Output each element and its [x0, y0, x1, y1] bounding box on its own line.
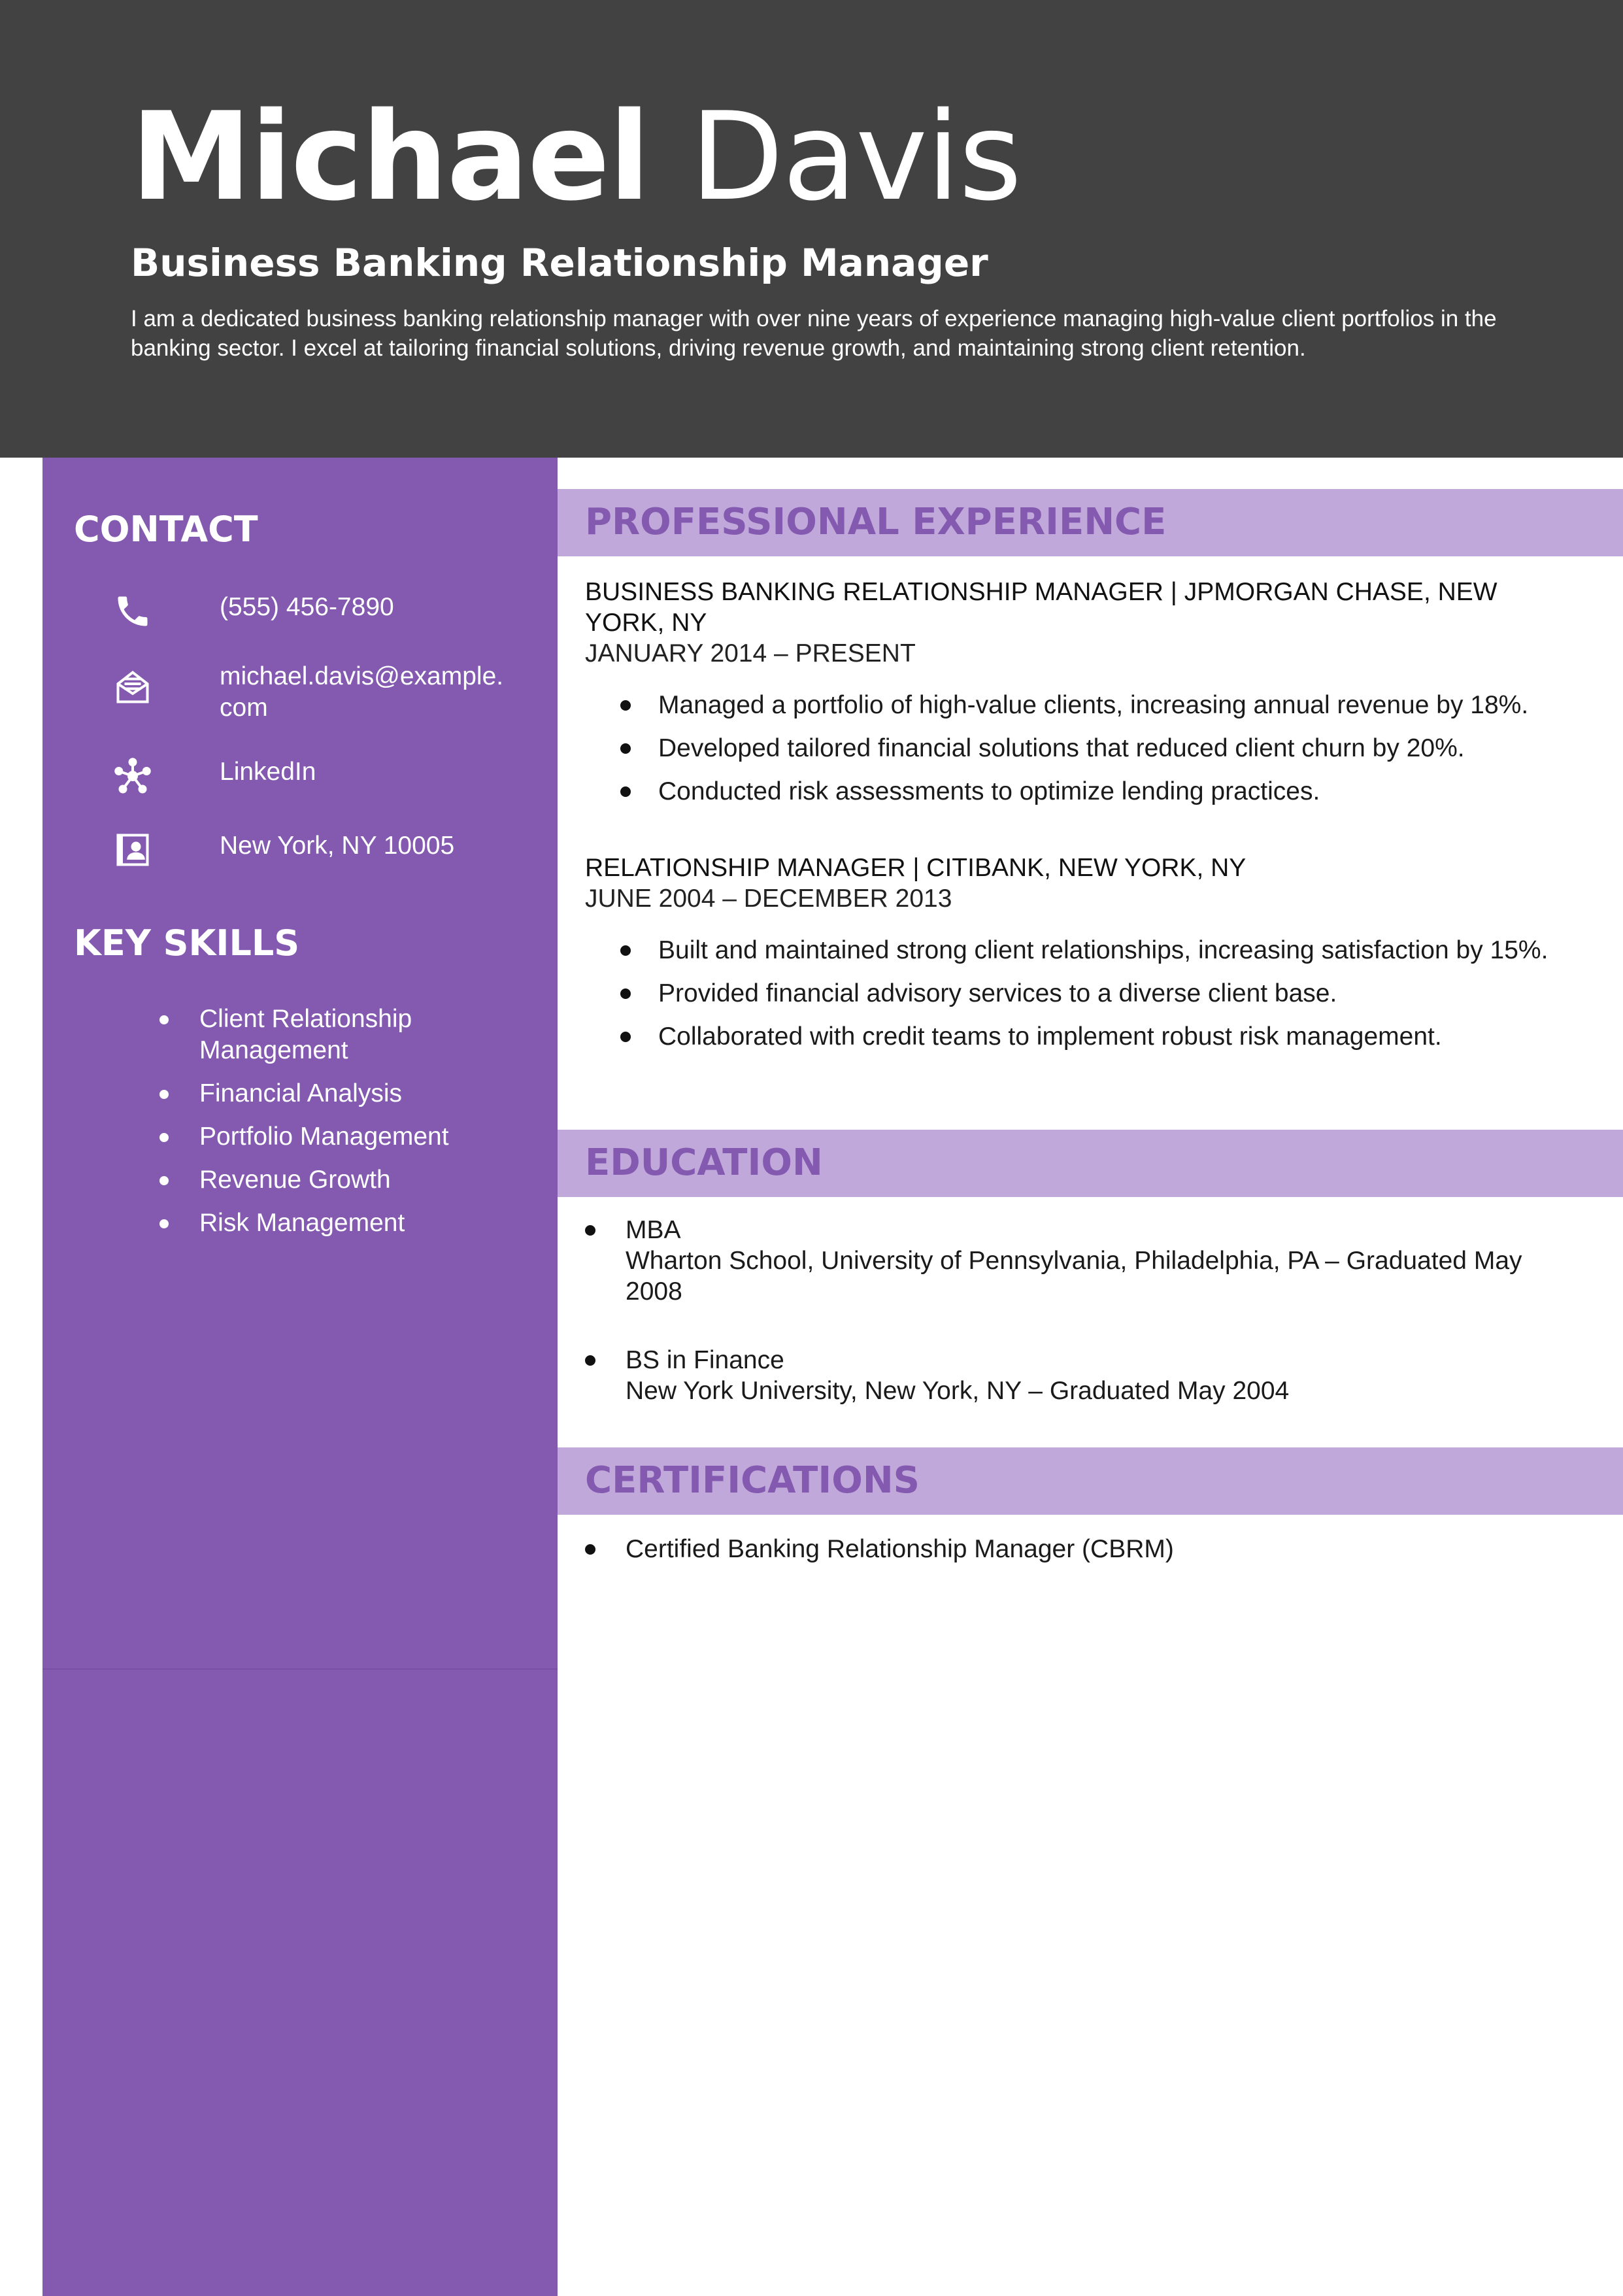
education-heading: EDUCATION [585, 1141, 823, 1184]
list-item: Client Relationship Management [114, 1004, 507, 1066]
job-entry-title: RELATIONSHIP MANAGER | CITIBANK, NEW YOR… [585, 854, 1247, 882]
list-item: Built and maintained strong client relat… [585, 935, 1579, 966]
list-item: Provided financial advisory services to … [585, 978, 1579, 1009]
contact-address-text: New York, NY 10005 [220, 832, 455, 860]
address-card-icon [113, 830, 152, 869]
full-name: Michael Davis [131, 85, 1022, 229]
resume-header: Michael Davis Business Banking Relations… [0, 0, 1623, 458]
list-item: Revenue Growth [114, 1164, 507, 1196]
first-name: Michael [131, 86, 650, 228]
contact-phone-text[interactable]: (555) 456-7890 [220, 592, 507, 623]
education-detail: New York University, New York, NY – Grad… [626, 1377, 1290, 1405]
skills-list: Client Relationship Management Financial… [114, 1004, 507, 1251]
sidebar-divider [42, 1668, 558, 1670]
list-item: BS in Finance New York University, New Y… [585, 1345, 1579, 1406]
skills-heading: KEY SKILLS [74, 922, 300, 964]
phone-icon [113, 592, 152, 631]
education-list: MBA Wharton School, University of Pennsy… [585, 1215, 1579, 1406]
education-section-bar: EDUCATION [558, 1130, 1623, 1197]
job-entry: BUSINESS BANKING RELATIONSHIP MANAGER | … [585, 577, 1579, 819]
job-entry-title: BUSINESS BANKING RELATIONSHIP MANAGER | … [585, 578, 1498, 637]
certifications-section-bar: CERTIFICATIONS [558, 1447, 1623, 1515]
experience-heading: PROFESSIONAL EXPERIENCE [585, 501, 1167, 543]
job-entry-dates: JANUARY 2014 – PRESENT [585, 639, 916, 667]
list-item: Portfolio Management [114, 1121, 507, 1153]
job-bullets: Built and maintained strong client relat… [585, 935, 1579, 1052]
list-item: Certified Banking Relationship Manager (… [585, 1534, 1579, 1564]
education-detail: Wharton School, University of Pennsylvan… [626, 1247, 1522, 1306]
list-item: Developed tailored financial solutions t… [585, 733, 1579, 764]
job-bullets: Managed a portfolio of high-value client… [585, 690, 1579, 807]
network-icon [113, 756, 152, 796]
summary: I am a dedicated business banking relati… [131, 306, 1497, 361]
contact-email-text[interactable]: michael.davis@example.com [220, 661, 507, 724]
email-icon [113, 667, 152, 707]
job-entry: RELATIONSHIP MANAGER | CITIBANK, NEW YOR… [585, 853, 1579, 1064]
sidebar: CONTACT (555) 456-7890 michael.davis@exa… [42, 458, 558, 2296]
certifications-list: Certified Banking Relationship Manager (… [585, 1534, 1579, 1564]
job-entry-dates: JUNE 2004 – DECEMBER 2013 [585, 885, 952, 913]
contact-linkedin-text[interactable]: LinkedIn [220, 756, 507, 788]
education-degree: MBA [626, 1216, 681, 1244]
list-item: Financial Analysis [114, 1078, 507, 1109]
certifications-heading: CERTIFICATIONS [585, 1459, 920, 1502]
experience-section-bar: PROFESSIONAL EXPERIENCE [558, 489, 1623, 556]
education-degree: BS in Finance [626, 1346, 784, 1374]
last-name: Davis [690, 86, 1022, 228]
contact-heading: CONTACT [74, 509, 258, 550]
list-item: Risk Management [114, 1207, 507, 1239]
list-item: Collaborated with credit teams to implem… [585, 1021, 1579, 1052]
job-title: Business Banking Relationship Manager [131, 241, 988, 285]
list-item: Conducted risk assessments to optimize l… [585, 776, 1579, 807]
list-item: Managed a portfolio of high-value client… [585, 690, 1579, 720]
list-item: MBA Wharton School, University of Pennsy… [585, 1215, 1579, 1307]
